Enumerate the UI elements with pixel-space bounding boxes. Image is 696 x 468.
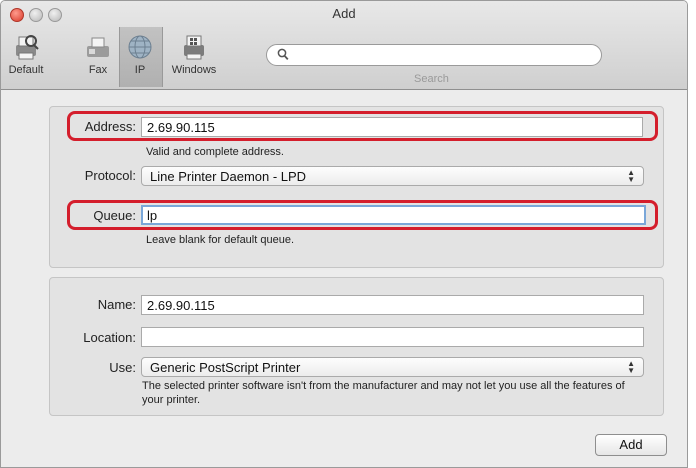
name-label: Name: bbox=[97, 297, 136, 312]
location-label: Location: bbox=[83, 330, 136, 345]
window-title: Add bbox=[332, 6, 356, 21]
protocol-selected-value: Line Printer Daemon - LPD bbox=[150, 169, 307, 184]
address-hint: Valid and complete address. bbox=[146, 146, 284, 158]
search-icon bbox=[277, 48, 289, 60]
search-caption: Search bbox=[414, 73, 449, 85]
search-input[interactable] bbox=[266, 44, 602, 66]
queue-hint: Leave blank for default queue. bbox=[146, 234, 295, 246]
protocol-label: Protocol: bbox=[84, 168, 136, 183]
toolbar: Add Default Fax IP Windows Search bbox=[1, 1, 687, 90]
select-arrows-icon: ▲ ▼ bbox=[627, 168, 635, 184]
queue-highlight-annotation bbox=[67, 200, 658, 230]
add-button[interactable]: Add bbox=[595, 434, 667, 456]
toolbar-label-windows: Windows bbox=[171, 64, 217, 76]
driver-warning-note: The selected printer software isn't from… bbox=[142, 380, 625, 406]
windows-printer-icon bbox=[184, 35, 204, 60]
fax-icon bbox=[87, 37, 109, 57]
default-printer-icon bbox=[16, 35, 39, 60]
location-field[interactable] bbox=[141, 327, 644, 347]
address-highlight-annotation bbox=[67, 111, 658, 141]
toolbar-item-default[interactable]: Default bbox=[6, 33, 46, 76]
toolbar-label-fax: Fax bbox=[88, 64, 108, 76]
use-select[interactable]: Generic PostScript Printer ▲ ▼ bbox=[141, 357, 644, 377]
protocol-select[interactable]: Line Printer Daemon - LPD ▲ ▼ bbox=[141, 166, 644, 186]
toolbar-label-default: Default bbox=[8, 64, 44, 76]
toolbar-item-fax[interactable]: Fax bbox=[81, 33, 115, 76]
ip-globe-icon bbox=[128, 35, 152, 59]
use-label: Use: bbox=[109, 360, 136, 375]
toolbar-item-ip[interactable]: IP bbox=[123, 33, 157, 76]
toolbar-item-windows[interactable]: Windows bbox=[167, 33, 221, 76]
name-field[interactable]: 2.69.90.115 bbox=[141, 295, 644, 315]
add-printer-window: Add Default Fax IP Windows Search Addres… bbox=[0, 0, 688, 468]
toolbar-label-ip: IP bbox=[134, 64, 146, 76]
use-selected-value: Generic PostScript Printer bbox=[150, 360, 301, 375]
select-arrows-icon: ▲ ▼ bbox=[627, 359, 635, 375]
